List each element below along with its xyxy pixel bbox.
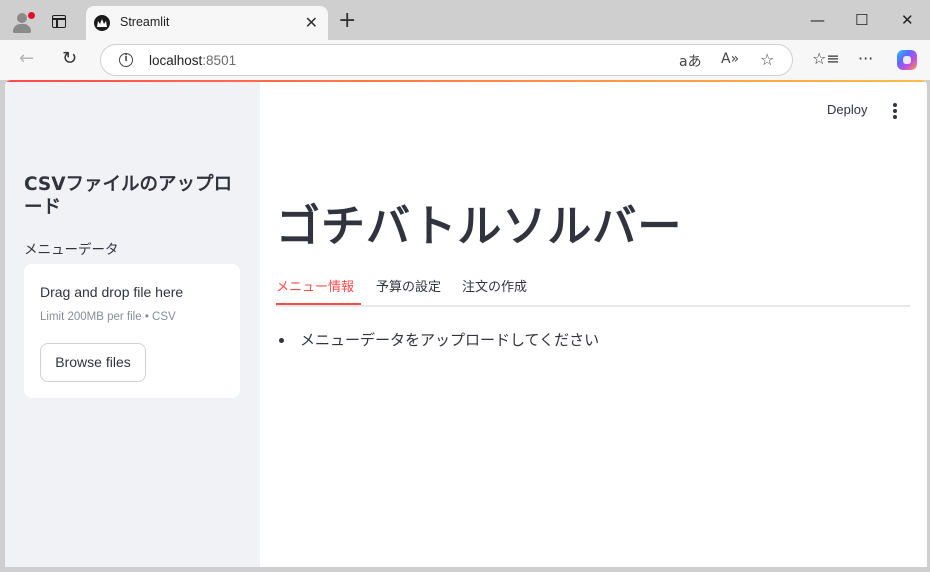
- translate-icon[interactable]: aあ: [679, 51, 702, 71]
- url-text: localhost:8501: [149, 53, 237, 68]
- dropzone-instruction: Drag and drop file here: [40, 284, 184, 300]
- tab-budget-settings[interactable]: 予算の設定: [376, 276, 441, 295]
- tab-menu-info[interactable]: メニュー情報: [276, 276, 354, 295]
- sidebar-title: CSVファイルのアップロード: [24, 174, 233, 218]
- copilot-icon[interactable]: [897, 50, 917, 70]
- maximize-icon[interactable]: ☐: [855, 11, 868, 29]
- back-icon[interactable]: ←: [19, 48, 34, 69]
- browser-tab[interactable]: Streamlit ✕: [86, 6, 328, 40]
- site-info-icon[interactable]: i: [119, 53, 133, 67]
- minimize-icon[interactable]: —: [810, 11, 825, 29]
- browser-tab-strip: Streamlit ✕ + — ☐ ✕: [0, 0, 930, 40]
- browser-toolbar: ← ↻ i localhost:8501 aあ A» ☆ ☆≡ ···: [0, 40, 930, 80]
- bullet-icon: [279, 338, 284, 343]
- tab-actions-icon[interactable]: [52, 15, 66, 28]
- browse-files-button[interactable]: Browse files: [40, 343, 146, 382]
- tab-bar: メニュー情報 予算の設定 注文の作成: [276, 274, 910, 307]
- page-title: ゴチバトルソルバー: [276, 201, 683, 252]
- profile-avatar-icon[interactable]: [11, 11, 36, 33]
- file-dropzone[interactable]: Drag and drop file here Limit 200MB per …: [24, 264, 240, 398]
- main-menu-icon[interactable]: [893, 103, 897, 119]
- dropzone-limit: Limit 200MB per file • CSV: [40, 311, 176, 323]
- deploy-button[interactable]: Deploy: [827, 102, 867, 117]
- uploader-label: メニューデータ: [24, 242, 119, 258]
- upload-prompt-text: メニューデータをアップロードしてください: [300, 331, 600, 349]
- favorite-star-icon[interactable]: ☆: [760, 50, 774, 69]
- window-bottom-border: [0, 567, 930, 572]
- more-menu-icon[interactable]: ···: [858, 49, 873, 68]
- reload-icon[interactable]: ↻: [62, 48, 77, 69]
- active-tab-underline: [276, 303, 361, 305]
- read-aloud-icon[interactable]: A»: [721, 51, 739, 67]
- tab-create-order[interactable]: 注文の作成: [462, 276, 527, 295]
- close-tab-icon[interactable]: ✕: [305, 13, 318, 32]
- streamlit-favicon-icon: [94, 15, 110, 31]
- new-tab-icon[interactable]: +: [338, 8, 356, 33]
- close-window-icon[interactable]: ✕: [901, 11, 914, 29]
- address-bar[interactable]: i localhost:8501 aあ A» ☆: [100, 44, 793, 76]
- favorites-icon[interactable]: ☆≡: [812, 49, 840, 68]
- browser-tab-title: Streamlit: [120, 15, 170, 29]
- streamlit-app: CSVファイルのアップロード メニューデータ Drag and drop fil…: [5, 80, 927, 567]
- sidebar: CSVファイルのアップロード メニューデータ Drag and drop fil…: [5, 82, 260, 567]
